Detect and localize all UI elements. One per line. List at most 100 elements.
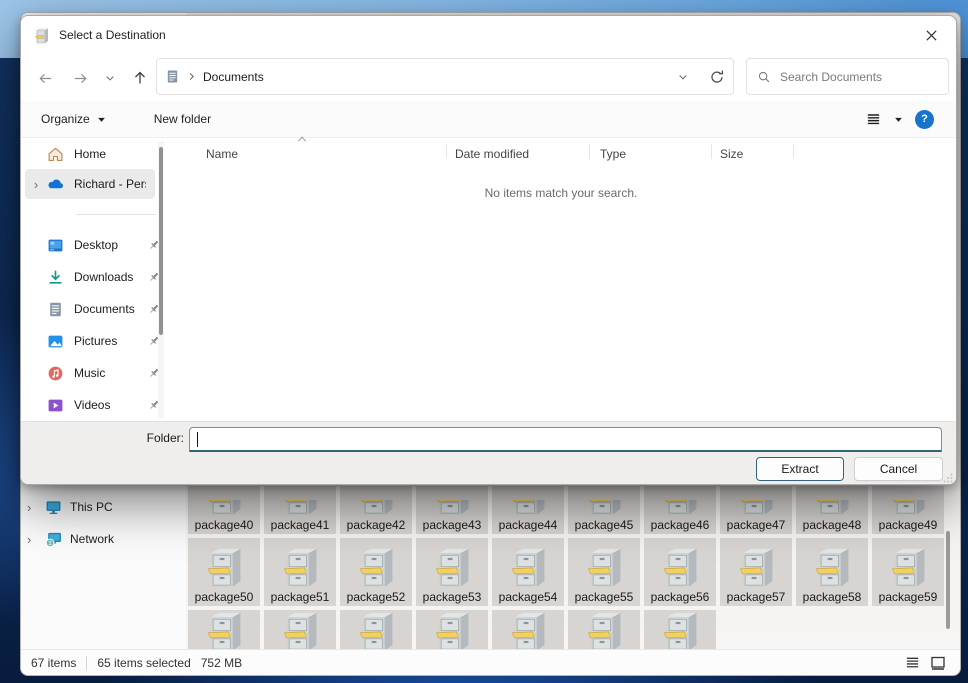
pin-icon bbox=[147, 334, 158, 348]
package-item-label: package51 bbox=[271, 588, 330, 606]
package-item-label: package40 bbox=[195, 516, 254, 534]
file-cabinet-icon bbox=[281, 546, 319, 588]
up-button[interactable] bbox=[128, 67, 152, 89]
file-cabinet-icon bbox=[509, 546, 547, 588]
navigation-bar: Documents bbox=[21, 54, 956, 101]
desktop-icon bbox=[47, 237, 64, 254]
sidebar-item-music[interactable]: Music bbox=[25, 358, 155, 388]
address-bar[interactable]: Documents bbox=[156, 58, 734, 95]
package-item[interactable] bbox=[264, 610, 336, 651]
package-item[interactable]: package46 bbox=[644, 486, 716, 534]
forward-button[interactable] bbox=[68, 67, 92, 89]
scrollbar-thumb[interactable] bbox=[159, 147, 163, 335]
documents-icon bbox=[165, 69, 180, 84]
package-item[interactable]: package50 bbox=[188, 538, 260, 606]
scrollbar-thumb[interactable] bbox=[946, 531, 950, 629]
help-button[interactable]: ? bbox=[915, 110, 934, 129]
column-header-date-modified[interactable]: Date modified bbox=[447, 138, 589, 163]
chevron-right-icon[interactable]: › bbox=[27, 532, 37, 547]
organize-menu-button[interactable]: Organize bbox=[41, 112, 106, 126]
organize-label: Organize bbox=[41, 112, 90, 126]
file-cabinet-icon bbox=[737, 546, 775, 588]
package-item[interactable] bbox=[644, 610, 716, 651]
package-item[interactable]: package47 bbox=[720, 486, 792, 534]
package-item[interactable]: package54 bbox=[492, 538, 564, 606]
extract-button[interactable]: Extract bbox=[756, 457, 844, 481]
folder-input[interactable] bbox=[196, 429, 936, 449]
back-icon bbox=[37, 71, 54, 86]
package-item[interactable]: package51 bbox=[264, 538, 336, 606]
package-item[interactable]: package48 bbox=[796, 486, 868, 534]
file-list-area: Name Date modified Type bbox=[164, 138, 957, 421]
file-cabinet-icon bbox=[813, 500, 851, 516]
sidebar-item-videos[interactable]: Videos bbox=[25, 390, 155, 420]
file-cabinet-icon bbox=[357, 546, 395, 588]
resize-grip[interactable] bbox=[943, 473, 953, 483]
sidebar-item-this-pc[interactable]: › This PC bbox=[27, 494, 177, 520]
package-item[interactable] bbox=[416, 610, 488, 651]
file-cabinet-icon bbox=[889, 546, 927, 588]
pin-icon bbox=[147, 238, 158, 252]
recent-locations-button[interactable] bbox=[98, 67, 122, 89]
breadcrumb-item-documents[interactable]: Documents bbox=[203, 70, 264, 84]
package-item[interactable]: package58 bbox=[796, 538, 868, 606]
package-item[interactable]: package57 bbox=[720, 538, 792, 606]
sidebar-separator bbox=[76, 214, 156, 215]
sidebar-item-desktop[interactable]: Desktop bbox=[25, 230, 155, 260]
package-item[interactable]: package59 bbox=[872, 538, 944, 606]
file-cabinet-icon bbox=[889, 500, 927, 516]
sidebar-item-home[interactable]: Home bbox=[25, 139, 155, 169]
package-item[interactable]: package52 bbox=[340, 538, 412, 606]
address-dropdown-icon[interactable] bbox=[677, 71, 689, 83]
refresh-icon[interactable] bbox=[709, 69, 725, 85]
view-dropdown-caret-icon[interactable] bbox=[894, 116, 903, 123]
chevron-right-icon[interactable]: › bbox=[25, 177, 47, 192]
package-item[interactable]: package53 bbox=[416, 538, 488, 606]
search-box[interactable] bbox=[746, 58, 949, 95]
column-header-size[interactable]: Size bbox=[712, 138, 793, 163]
sidebar-item-downloads[interactable]: Downloads bbox=[25, 262, 155, 292]
explorer-vertical-scrollbar[interactable] bbox=[944, 486, 952, 646]
details-view-icon[interactable] bbox=[905, 655, 920, 670]
select-destination-dialog: Select a Destination bbox=[20, 15, 957, 485]
package-item[interactable]: package45 bbox=[568, 486, 640, 534]
status-bar: 67 items 65 items selected 752 MB bbox=[21, 649, 960, 675]
package-item-label: package48 bbox=[803, 516, 862, 534]
large-icons-view-icon[interactable] bbox=[930, 655, 946, 671]
package-item-label: package59 bbox=[879, 588, 938, 606]
file-cabinet-icon bbox=[585, 500, 623, 516]
file-cabinet-icon bbox=[433, 546, 471, 588]
package-item[interactable]: package44 bbox=[492, 486, 564, 534]
package-row bbox=[188, 610, 944, 651]
package-item[interactable]: package56 bbox=[644, 538, 716, 606]
file-cabinet-icon bbox=[433, 546, 471, 588]
sidebar-item-network[interactable]: › Network bbox=[27, 526, 177, 552]
search-input[interactable] bbox=[780, 70, 938, 84]
package-item[interactable]: package40 bbox=[188, 486, 260, 534]
package-item[interactable]: package55 bbox=[568, 538, 640, 606]
sidebar-item-label: Documents bbox=[74, 302, 135, 316]
change-view-icon[interactable] bbox=[865, 112, 882, 127]
sidebar-item-pictures[interactable]: Pictures bbox=[25, 326, 155, 356]
package-item[interactable]: package41 bbox=[264, 486, 336, 534]
chevron-right-icon[interactable]: › bbox=[27, 500, 37, 515]
package-item[interactable]: package42 bbox=[340, 486, 412, 534]
package-item[interactable]: package49 bbox=[872, 486, 944, 534]
cancel-button[interactable]: Cancel bbox=[854, 457, 943, 481]
sidebar-item-documents[interactable]: Documents bbox=[25, 294, 155, 324]
dropdown-caret-icon bbox=[97, 116, 106, 123]
close-button[interactable] bbox=[916, 22, 946, 48]
sidebar-item-label: Music bbox=[74, 366, 105, 380]
sidebar-item-onedrive[interactable]: › Richard - Personal bbox=[25, 169, 155, 199]
package-item[interactable] bbox=[568, 610, 640, 651]
package-item-label: package52 bbox=[347, 588, 406, 606]
package-item-label: package57 bbox=[727, 588, 786, 606]
package-item[interactable]: package43 bbox=[416, 486, 488, 534]
package-item[interactable] bbox=[188, 610, 260, 651]
column-header-type[interactable]: Type bbox=[590, 138, 711, 163]
package-item[interactable] bbox=[340, 610, 412, 651]
column-header-name[interactable]: Name bbox=[164, 138, 446, 163]
package-item[interactable] bbox=[492, 610, 564, 651]
back-button[interactable] bbox=[33, 67, 57, 89]
new-folder-button[interactable]: New folder bbox=[154, 112, 211, 126]
